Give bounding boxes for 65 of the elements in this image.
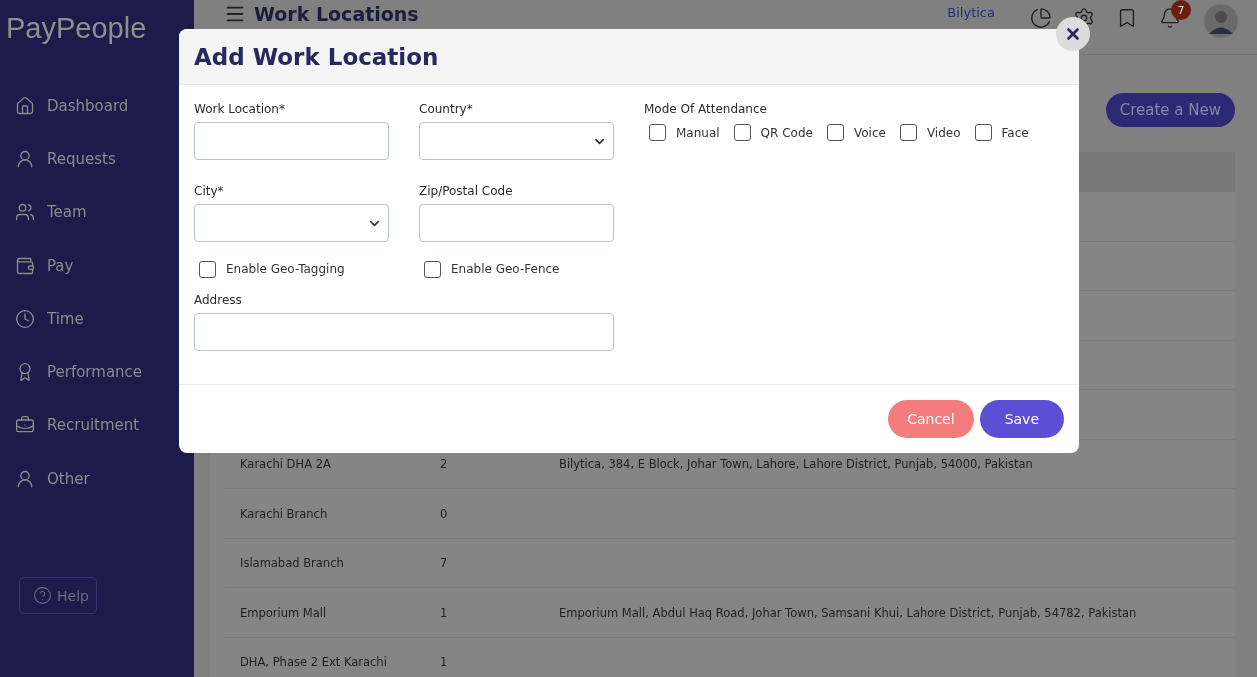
input-field[interactable] bbox=[194, 122, 389, 160]
checkbox-label: Enable Geo-Tagging bbox=[226, 262, 345, 276]
notification-badge: 7 bbox=[1171, 0, 1191, 20]
help-icon bbox=[33, 586, 52, 606]
pie-chart-icon[interactable] bbox=[1030, 7, 1052, 29]
checkbox[interactable] bbox=[899, 124, 917, 141]
nav-item[interactable]: Other bbox=[0, 452, 194, 506]
checkbox[interactable] bbox=[199, 260, 216, 278]
select-field[interactable] bbox=[419, 122, 614, 160]
home-icon bbox=[15, 95, 35, 116]
nav-item[interactable]: Team bbox=[0, 185, 194, 239]
avatar[interactable] bbox=[1203, 3, 1239, 39]
cancel-button[interactable]: Cancel bbox=[888, 400, 974, 438]
table-cell-text: Karachi DHA 2A bbox=[240, 457, 332, 472]
user-icon bbox=[15, 148, 35, 169]
users-icon bbox=[15, 202, 35, 223]
company-link[interactable]: Bilytica bbox=[947, 3, 995, 23]
table-cell-text: 1 bbox=[440, 605, 449, 620]
table-cell-text: 2 bbox=[440, 457, 449, 472]
clock-icon bbox=[15, 308, 35, 329]
dialog-title: Add Work Location bbox=[194, 43, 439, 70]
nav-item[interactable]: Pay bbox=[0, 238, 194, 293]
table-cell-text: DHA, Phase 2 Ext Karachi bbox=[240, 655, 388, 670]
nav-item[interactable]: Performance bbox=[0, 345, 194, 399]
nav-item[interactable]: Requests bbox=[0, 132, 194, 186]
logo: PayPeople bbox=[5, 11, 148, 46]
checkbox-label: Manual bbox=[676, 125, 720, 140]
checkbox-label: Face bbox=[1001, 125, 1029, 140]
close-icon bbox=[1064, 25, 1082, 43]
checkbox[interactable] bbox=[974, 124, 992, 141]
table-cell-text: Emporium Mall, Abdul Haq Road, Johar Town, Samsani Khui, Lahore District, Punjab, 54782, Pakistan bbox=[559, 605, 1138, 620]
checkbox[interactable] bbox=[733, 124, 751, 141]
save-button[interactable]: Save bbox=[979, 400, 1064, 438]
table-cell-text: 0 bbox=[440, 506, 449, 521]
checkbox-label: Enable Geo-Fence bbox=[451, 262, 560, 276]
input-field[interactable] bbox=[419, 204, 614, 242]
user-icon bbox=[15, 468, 35, 489]
nav-item[interactable]: Recruitment bbox=[0, 398, 194, 453]
create-button[interactable]: Create a New bbox=[1105, 93, 1235, 127]
table-cell-text: Karachi Branch bbox=[240, 506, 329, 521]
help-button[interactable]: Help bbox=[19, 577, 97, 615]
field-label: Work Location* bbox=[194, 102, 286, 118]
table-cell-text: Bilytica, 384, E Block, Johar Town, Lahore, Lahore District, Punjab, 54000, Pakistan bbox=[559, 457, 1034, 472]
field-label: Country* bbox=[419, 102, 474, 118]
page-title: Work Locations bbox=[254, 3, 420, 25]
field-label: City* bbox=[194, 184, 225, 200]
nav-item[interactable]: Time bbox=[0, 292, 194, 346]
checkbox-label: Video bbox=[926, 125, 961, 140]
checkbox-label: QR Code bbox=[760, 125, 813, 140]
field-label: Zip/Postal Code bbox=[419, 184, 514, 200]
table-cell-text: 7 bbox=[440, 556, 449, 571]
select-field[interactable] bbox=[194, 204, 389, 242]
input-field[interactable] bbox=[194, 313, 614, 351]
table-cell-text: 1 bbox=[440, 655, 449, 670]
checkbox[interactable] bbox=[424, 260, 441, 278]
wallet-icon bbox=[15, 255, 35, 276]
checkbox[interactable] bbox=[826, 124, 844, 141]
nav-item[interactable]: Dashboard bbox=[0, 79, 194, 133]
checkbox[interactable] bbox=[649, 124, 666, 141]
table-cell-text: Emporium Mall bbox=[240, 605, 328, 620]
table-cell-text: Islamabad Branch bbox=[240, 556, 345, 571]
checkbox-label: Voice bbox=[853, 125, 886, 140]
close-button[interactable] bbox=[1056, 17, 1090, 51]
field-label: Mode Of Attendance bbox=[644, 102, 768, 118]
field-label: Address bbox=[194, 293, 243, 309]
